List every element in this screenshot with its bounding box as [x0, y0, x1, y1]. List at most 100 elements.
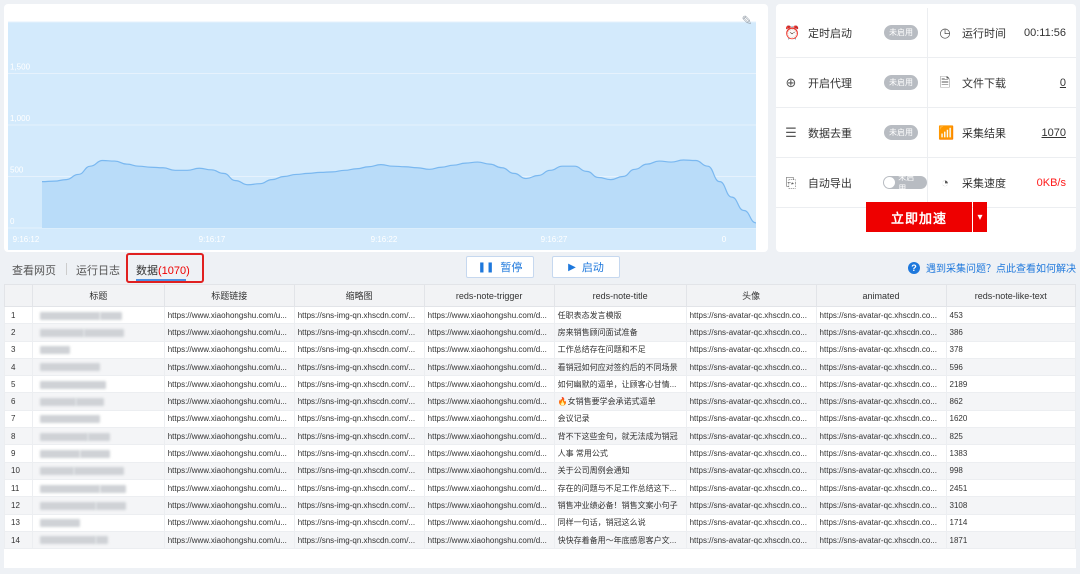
column-header[interactable]: 头像: [685, 284, 817, 307]
table-cell[interactable]: 🔥女销售要学会承诺式逼单: [553, 392, 687, 411]
table-cell[interactable]: https://sns-avatar-qc.xhscdn.co...: [815, 444, 947, 463]
column-header[interactable]: reds-note-like-text: [945, 284, 1076, 307]
table-cell[interactable]: https://sns-avatar-qc.xhscdn.co...: [815, 409, 947, 429]
table-cell[interactable]: 快快存着备用～年底感恩客户文...: [553, 530, 687, 550]
timed-start-status-badge[interactable]: 未启用: [884, 25, 918, 40]
row-number-cell[interactable]: 5: [4, 375, 33, 394]
table-cell[interactable]: https://sns-img-qn.xhscdn.com/...: [293, 530, 425, 550]
file-download-value[interactable]: 0: [1060, 77, 1066, 89]
table-cell[interactable]: 3108: [945, 496, 1076, 515]
table-cell[interactable]: 如何幽默的逼单，让顾客心甘情...: [553, 375, 687, 394]
table-cell[interactable]: 862: [945, 392, 1076, 411]
table-cell[interactable]: 看销冠如何应对签约后的不同场景: [553, 357, 687, 377]
row-number-cell[interactable]: 4: [4, 357, 33, 377]
table-cell[interactable]: https://sns-img-qn.xhscdn.com/...: [293, 375, 425, 394]
table-cell[interactable]: https://www.xiaohongshu.com/d...: [423, 444, 555, 463]
table-cell[interactable]: https://sns-avatar-qc.xhscdn.co...: [685, 392, 817, 411]
table-cell[interactable]: https://sns-img-qn.xhscdn.com/...: [293, 461, 425, 480]
table-cell[interactable]: https://www.xiaohongshu.com/u...: [163, 375, 295, 394]
proxy-status-badge[interactable]: 未启用: [884, 75, 918, 90]
speedup-button[interactable]: 立即加速: [866, 202, 972, 232]
row-number-cell[interactable]: 3: [4, 340, 33, 359]
table-cell[interactable]: https://sns-avatar-qc.xhscdn.co...: [815, 513, 947, 532]
table-cell[interactable]: https://www.xiaohongshu.com/u...: [163, 530, 295, 550]
table-cell[interactable]: https://www.xiaohongshu.com/u...: [163, 513, 295, 532]
redacted-title-cell[interactable]: [31, 375, 165, 394]
column-header[interactable]: 缩略图: [293, 284, 425, 307]
table-cell[interactable]: https://www.xiaohongshu.com/d...: [423, 323, 555, 342]
redacted-title-cell[interactable]: [31, 444, 165, 463]
table-cell[interactable]: https://sns-avatar-qc.xhscdn.co...: [815, 530, 947, 550]
table-cell[interactable]: https://sns-avatar-qc.xhscdn.co...: [815, 392, 947, 411]
table-cell[interactable]: https://www.xiaohongshu.com/d...: [423, 427, 555, 446]
row-number-cell[interactable]: 1: [4, 305, 33, 325]
pause-button[interactable]: ❚❚ 暂停: [466, 256, 534, 278]
table-cell[interactable]: https://sns-img-qn.xhscdn.com/...: [293, 427, 425, 446]
table-cell[interactable]: https://sns-img-qn.xhscdn.com/...: [293, 392, 425, 411]
table-cell[interactable]: https://sns-avatar-qc.xhscdn.co...: [815, 478, 947, 498]
table-cell[interactable]: https://sns-avatar-qc.xhscdn.co...: [815, 461, 947, 480]
table-cell[interactable]: https://www.xiaohongshu.com/u...: [163, 323, 295, 342]
table-row[interactable]: 2 https://www.xiaohongshu.com/u... https:/…: [4, 323, 1076, 342]
table-cell[interactable]: https://www.xiaohongshu.com/d...: [423, 340, 555, 359]
data-table-container[interactable]: 标题 标题链接 缩略图 reds-note-trigger reds-note-titl…: [4, 284, 1076, 568]
table-cell[interactable]: https://sns-avatar-qc.xhscdn.co...: [815, 496, 947, 515]
table-cell[interactable]: https://sns-avatar-qc.xhscdn.co...: [815, 357, 947, 377]
row-number-cell[interactable]: 13: [4, 513, 33, 532]
row-number-cell[interactable]: 2: [4, 323, 33, 342]
table-row[interactable]: 5 https://www.xiaohongshu.com/u... https:/…: [4, 375, 1076, 394]
table-cell[interactable]: https://www.xiaohongshu.com/u...: [163, 444, 295, 463]
table-cell[interactable]: https://sns-avatar-qc.xhscdn.co...: [685, 461, 817, 480]
table-cell[interactable]: https://sns-avatar-qc.xhscdn.co...: [815, 340, 947, 359]
row-number-cell[interactable]: 8: [4, 427, 33, 446]
table-row[interactable]: 3 https://www.xiaohongshu.com/u... https:/…: [4, 340, 1076, 359]
table-cell[interactable]: 2189: [945, 375, 1076, 394]
column-header[interactable]: reds-note-title: [553, 284, 687, 307]
row-number-cell[interactable]: 7: [4, 409, 33, 429]
table-row[interactable]: 9 https://www.xiaohongshu.com/u... https:/…: [4, 444, 1076, 463]
table-cell[interactable]: 2451: [945, 478, 1076, 498]
table-cell[interactable]: https://www.xiaohongshu.com/u...: [163, 478, 295, 498]
edit-icon[interactable]: ✎: [740, 14, 754, 28]
table-row[interactable]: 7 https://www.xiaohongshu.com/u... https:/…: [4, 409, 1076, 429]
table-cell[interactable]: https://sns-avatar-qc.xhscdn.co...: [815, 427, 947, 446]
table-cell[interactable]: https://sns-avatar-qc.xhscdn.co...: [685, 305, 817, 325]
table-cell[interactable]: https://www.xiaohongshu.com/u...: [163, 392, 295, 411]
row-number-cell[interactable]: 11: [4, 478, 33, 498]
start-button[interactable]: ▶ 启动: [552, 256, 620, 278]
table-row[interactable]: 6 https://www.xiaohongshu.com/u... https:/…: [4, 392, 1076, 411]
row-number-cell[interactable]: 10: [4, 461, 33, 480]
redacted-title-cell[interactable]: [31, 461, 165, 480]
table-cell[interactable]: https://www.xiaohongshu.com/d...: [423, 409, 555, 429]
table-cell[interactable]: https://www.xiaohongshu.com/u...: [163, 461, 295, 480]
table-cell[interactable]: https://www.xiaohongshu.com/d...: [423, 375, 555, 394]
table-cell[interactable]: https://sns-img-qn.xhscdn.com/...: [293, 478, 425, 498]
table-cell[interactable]: 386: [945, 323, 1076, 342]
tab-view-page[interactable]: 查看网页: [12, 262, 56, 278]
table-cell[interactable]: https://www.xiaohongshu.com/u...: [163, 427, 295, 446]
table-cell[interactable]: https://sns-avatar-qc.xhscdn.co...: [685, 323, 817, 342]
table-cell[interactable]: 1383: [945, 444, 1076, 463]
table-row[interactable]: 1 https://www.xiaohongshu.com/u... https:/…: [4, 305, 1076, 325]
table-cell[interactable]: https://sns-avatar-qc.xhscdn.co...: [815, 375, 947, 394]
column-header[interactable]: reds-note-trigger: [423, 284, 555, 307]
redacted-title-cell[interactable]: [31, 530, 165, 550]
table-cell[interactable]: https://sns-avatar-qc.xhscdn.co...: [685, 530, 817, 550]
table-cell[interactable]: 1871: [945, 530, 1076, 550]
column-header[interactable]: animated: [815, 284, 947, 307]
table-cell[interactable]: https://sns-avatar-qc.xhscdn.co...: [685, 496, 817, 515]
table-cell[interactable]: https://www.xiaohongshu.com/u...: [163, 340, 295, 359]
redacted-title-cell[interactable]: [31, 357, 165, 377]
row-number-cell[interactable]: 12: [4, 496, 33, 515]
table-cell[interactable]: https://sns-avatar-qc.xhscdn.co...: [815, 323, 947, 342]
table-cell[interactable]: 453: [945, 305, 1076, 325]
table-cell[interactable]: https://sns-avatar-qc.xhscdn.co...: [685, 375, 817, 394]
help-link[interactable]: ? 遇到采集问题？点此查看如何解决: [908, 260, 1076, 275]
table-cell[interactable]: 背不下这些金句，就无法成为销冠: [553, 427, 687, 446]
table-cell[interactable]: https://sns-img-qn.xhscdn.com/...: [293, 305, 425, 325]
table-cell[interactable]: https://www.xiaohongshu.com/d...: [423, 478, 555, 498]
table-cell[interactable]: https://sns-img-qn.xhscdn.com/...: [293, 340, 425, 359]
table-cell[interactable]: https://sns-img-qn.xhscdn.com/...: [293, 513, 425, 532]
table-cell[interactable]: 1714: [945, 513, 1076, 532]
table-cell[interactable]: 998: [945, 461, 1076, 480]
